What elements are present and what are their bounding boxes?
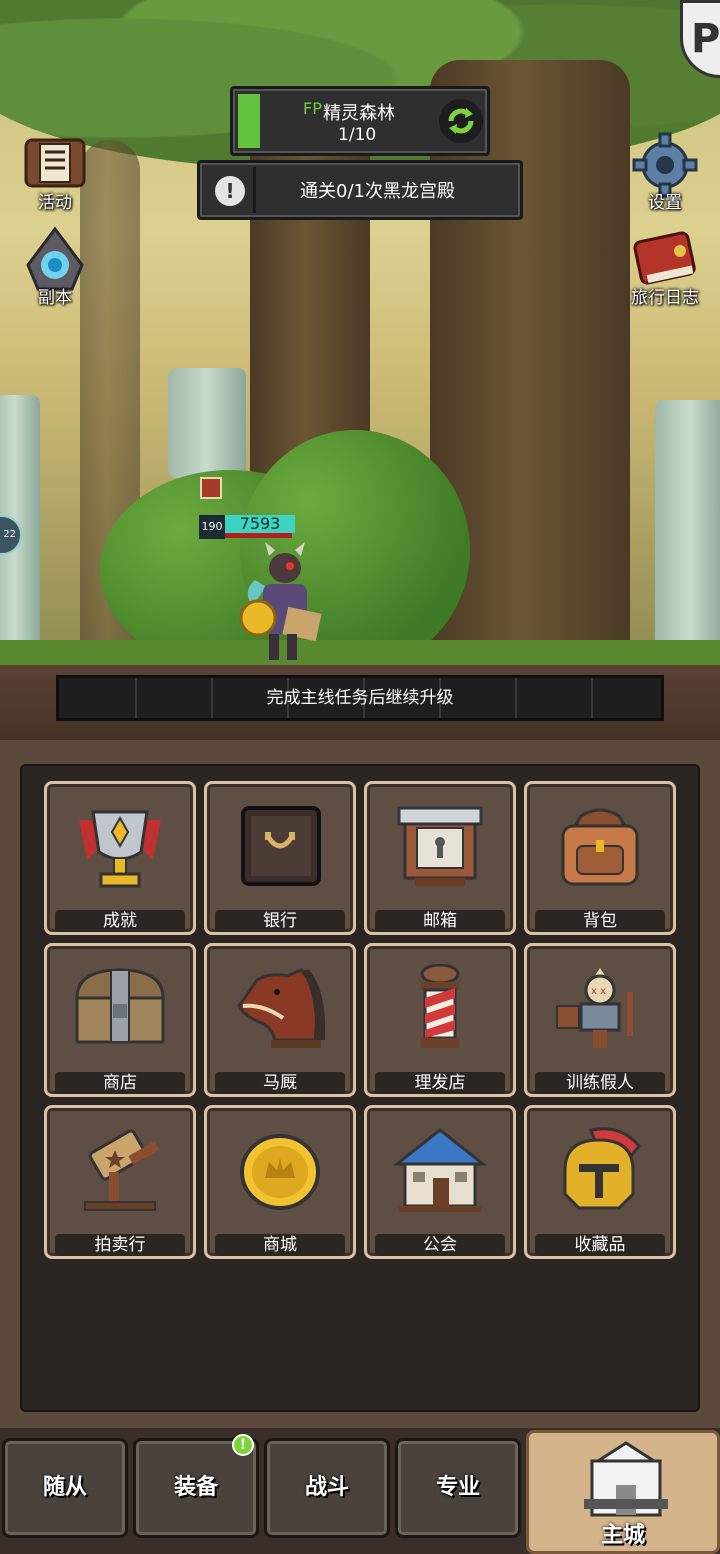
stage-progress-text: 1/10 [338, 125, 377, 145]
dungeon-button[interactable]: 副本 [10, 225, 100, 308]
buff-icon [200, 477, 222, 499]
tile-backpack[interactable]: 背包 [524, 781, 676, 935]
tile-auction[interactable]: 拍卖行 [44, 1105, 196, 1259]
tile-achievements[interactable]: 成就 [44, 781, 196, 935]
hero-character [225, 540, 325, 665]
profile-badge-letter: P [691, 16, 720, 62]
event-label: 活动 [38, 193, 72, 213]
tile-mailbox[interactable]: 邮箱 [364, 781, 516, 935]
guild-house-icon [391, 1126, 489, 1216]
tile-collection[interactable]: 收藏品 [524, 1105, 676, 1259]
hero-hp-bar [225, 533, 292, 538]
tile-label: 银行 [215, 910, 345, 932]
tile-label: 拍卖行 [55, 1234, 185, 1256]
settings-label: 设置 [648, 193, 682, 213]
tile-label: 商店 [55, 1072, 185, 1094]
horse-icon [231, 964, 329, 1054]
safe-icon [231, 802, 329, 892]
upgrade-hint: 完成主线任务后继续升级 [266, 688, 454, 708]
mailbox-icon [391, 802, 489, 892]
nav-label: 主城 [600, 1523, 645, 1548]
tile-label: 商城 [215, 1234, 345, 1256]
dungeon-label: 副本 [38, 288, 72, 308]
tile-label: 收藏品 [535, 1234, 665, 1256]
nav-label: 战斗 [304, 1475, 349, 1500]
stage-panel[interactable]: FP 精灵森林 1/10 [230, 86, 490, 156]
helmet-icon [551, 1126, 649, 1216]
refresh-icon[interactable] [439, 99, 483, 143]
trophy-icon [71, 802, 169, 892]
training-dummy-icon: x x [551, 964, 649, 1054]
event-button[interactable]: 活动 [10, 130, 100, 213]
tile-label: 公会 [375, 1234, 505, 1256]
hero-hp-value: 7593 [225, 515, 295, 533]
tile-bank[interactable]: 银行 [204, 781, 356, 935]
notification-badge: ! [232, 1434, 254, 1456]
stone-pillar [655, 400, 720, 665]
stage-progress-bar [238, 94, 260, 148]
nav-battle[interactable]: 战斗 [264, 1438, 390, 1538]
tile-stable[interactable]: 马厩 [204, 943, 356, 1097]
gavel-icon [71, 1126, 169, 1216]
tile-label: 邮箱 [375, 910, 505, 932]
tile-label: 训练假人 [535, 1072, 665, 1094]
tile-label: 成就 [55, 910, 185, 932]
alert-icon: ! [215, 176, 245, 206]
stone-pillar [168, 368, 246, 478]
journal-label: 旅行日志 [631, 288, 699, 308]
tile-training-dummy[interactable]: x x 训练假人 [524, 943, 676, 1097]
upgrade-progress-bar: 完成主线任务后继续升级 [56, 675, 664, 721]
castle-icon [584, 1439, 668, 1523]
svg-text:x x: x x [591, 986, 606, 997]
barber-pole-icon [391, 963, 489, 1054]
left-edge-badge-text: 22 [3, 529, 16, 540]
quest-panel[interactable]: ! 通关0/1次黑龙宫殿 [197, 160, 523, 220]
tile-barber[interactable]: 理发店 [364, 943, 516, 1097]
tile-label: 背包 [535, 910, 665, 932]
tile-mall[interactable]: 商城 [204, 1105, 356, 1259]
quest-text: 通关0/1次黑龙宫殿 [300, 181, 455, 202]
nav-label: 专业 [435, 1475, 480, 1500]
tile-label: 马厩 [215, 1072, 345, 1094]
grass-strip [0, 640, 720, 665]
tile-shop[interactable]: 商店 [44, 943, 196, 1097]
chest-icon [71, 964, 169, 1054]
hero-level: 190 [199, 515, 225, 539]
nav-profession[interactable]: 专业 [395, 1438, 521, 1538]
backpack-icon [551, 802, 649, 892]
journal-button[interactable]: 旅行日志 [620, 225, 710, 308]
tile-label: 理发店 [375, 1072, 505, 1094]
nav-label: 随从 [42, 1475, 87, 1500]
nav-main-city[interactable]: 主城 [526, 1430, 720, 1554]
gold-coin-icon [231, 1126, 329, 1216]
nav-followers[interactable]: 随从 [2, 1438, 128, 1538]
stage-name: 精灵森林 [323, 103, 395, 124]
tile-guild[interactable]: 公会 [364, 1105, 516, 1259]
settings-button[interactable]: 设置 [620, 130, 710, 213]
quest-alert-cell: ! [204, 167, 256, 213]
stage-fp-label: FP [303, 99, 322, 118]
